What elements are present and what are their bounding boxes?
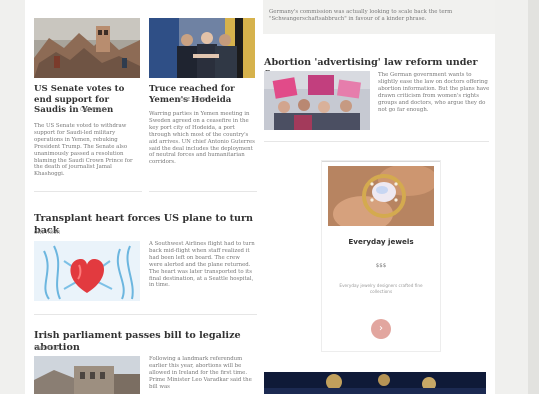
truce-body: Warring parties in Yemen meeting in Swed… — [149, 111, 255, 166]
heart-meta: ONE HOUR — [34, 231, 61, 236]
heart-headline[interactable]: Transplant heart forces US plane to turn… — [34, 213, 259, 237]
heart-body: A Southwest Airlines flight had to turn … — [149, 241, 255, 289]
divider — [149, 191, 257, 192]
ad-title[interactable]: Everyday jewels — [322, 237, 440, 246]
divider — [34, 314, 257, 315]
ad-arrow-button[interactable]: › — [371, 319, 391, 339]
ad-description: Everyday jewelry designers crafted fine … — [339, 283, 423, 294]
top-box: Germany's commission was actually lookin… — [263, 0, 495, 34]
ireland-body: Following a landmark referendum earlier … — [149, 356, 252, 390]
ireland-meta: ONE HOUR — [34, 347, 61, 352]
heart-article-image[interactable] — [34, 241, 140, 301]
ad-card[interactable]: Everyday jewels $$$ Everyday jewelry des… — [321, 160, 441, 352]
abortion-ad-image[interactable] — [264, 71, 370, 130]
top-box-text: Germany's commission was actually lookin… — [269, 9, 453, 22]
divider — [264, 141, 489, 142]
ireland-article-image[interactable] — [34, 356, 140, 394]
ad-image[interactable] — [328, 166, 434, 226]
senate-body: The US Senate voted to withdraw support … — [34, 123, 133, 178]
bottom-right-image[interactable] — [264, 372, 486, 394]
ad-top-line — [322, 161, 440, 162]
truce-meta: ONE HOUR — [180, 98, 207, 103]
divider — [34, 191, 142, 192]
truce-article-image[interactable] — [149, 18, 255, 78]
scrollbar-track[interactable] — [528, 0, 539, 394]
arrow-right-icon: › — [379, 323, 383, 334]
senate-article-image[interactable] — [34, 18, 140, 78]
abortion-ad-body: The German government wants to slightly … — [378, 72, 490, 113]
page: US Senate votes to end support for Saudi… — [0, 0, 539, 394]
senate-meta: ONE HOUR — [80, 108, 107, 113]
ad-price: $$$ — [375, 263, 387, 269]
ireland-headline[interactable]: Irish parliament passes bill to legalize… — [34, 330, 259, 354]
